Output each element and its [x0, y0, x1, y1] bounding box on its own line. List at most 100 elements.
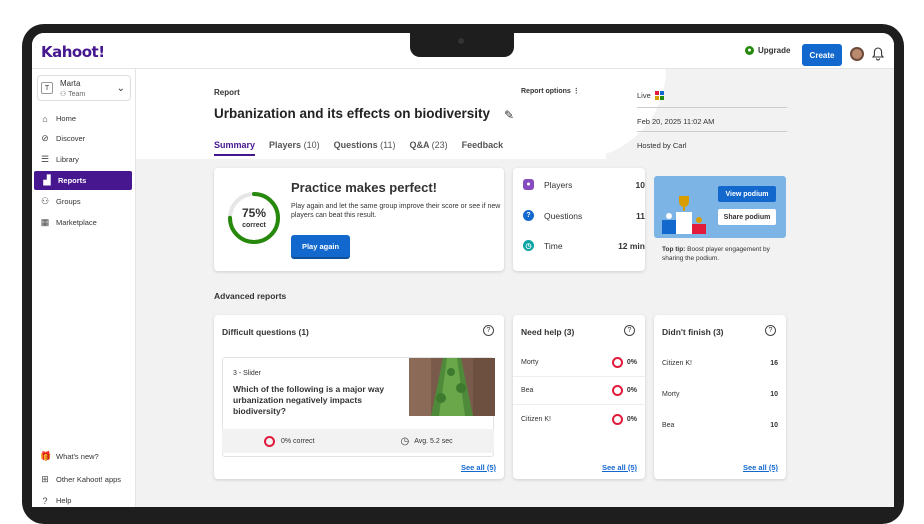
stat-players: ● Players 10: [523, 179, 645, 190]
player-name: Bea: [662, 421, 675, 429]
list-item[interactable]: Bea 0%: [513, 377, 645, 405]
stat-value: 11: [636, 210, 645, 221]
tab-count: (10): [303, 140, 320, 150]
correct-percent: 0% correct: [281, 437, 315, 445]
report-label: Report: [214, 88, 240, 97]
see-all-link[interactable]: See all (5): [743, 463, 778, 472]
need-help-card: Need help (3) ? Morty 0% Bea 0% Citizen K!…: [513, 315, 645, 479]
live-label: Live: [637, 91, 651, 100]
zero-ring-icon: [264, 435, 275, 447]
tab-questions[interactable]: Questions (11): [334, 140, 396, 156]
stat-value: 10: [635, 179, 645, 190]
share-podium-button[interactable]: Share podium: [718, 209, 776, 225]
summary-title: Practice makes perfect!: [291, 180, 437, 195]
gift-icon: 🎁: [40, 451, 52, 461]
tab-players[interactable]: Players (10): [269, 140, 320, 156]
tab-count: (23): [431, 140, 448, 150]
sidebar: T Marta ⚇ Team ⌄ ⌂ Home ⊘ Discover ☰ Librar…: [32, 69, 136, 507]
list-item[interactable]: Citizen K! 0%: [513, 405, 645, 433]
player-name: Citizen K!: [521, 415, 551, 423]
sidebar-item-library[interactable]: ☰ Library: [32, 150, 136, 169]
sidebar-item-label: Help: [56, 496, 72, 505]
user-initial: T: [41, 82, 53, 94]
user-switcher[interactable]: T Marta ⚇ Team ⌄: [37, 75, 131, 101]
live-status: Live: [637, 91, 664, 100]
list-item[interactable]: Bea 10: [654, 411, 786, 439]
podium-panel: View podium Share podium Top tip: Boost …: [654, 176, 794, 276]
help-icon[interactable]: ?: [765, 325, 776, 336]
help-icon[interactable]: ?: [624, 325, 635, 336]
view-podium-button[interactable]: View podium: [718, 186, 776, 202]
upgrade-icon: ●: [745, 46, 754, 55]
sidebar-item-label: Reports: [58, 176, 87, 185]
sidebar-item-label: Discover: [56, 134, 86, 143]
sidebar-item-help[interactable]: ? Help: [32, 491, 136, 507]
session-date: Feb 20, 2025 11:02 AM: [637, 117, 715, 126]
stat-label: Questions: [544, 210, 583, 221]
player-score: 0%: [626, 387, 637, 394]
bar-chart-icon: ▟: [43, 175, 51, 185]
tab-qa[interactable]: Q&A (23): [409, 140, 447, 156]
bell-icon[interactable]: [872, 47, 884, 61]
edit-pencil-icon[interactable]: ✎: [504, 108, 514, 122]
stat-questions: ? Questions 11: [523, 210, 645, 221]
tab-feedback[interactable]: Feedback: [462, 140, 504, 156]
tab-label: Summary: [214, 140, 256, 150]
see-all-link[interactable]: See all (5): [602, 463, 637, 472]
chevron-down-icon: ⌄: [116, 83, 125, 94]
home-icon: ⌂: [42, 113, 48, 124]
avatar[interactable]: [850, 47, 864, 61]
stats-card: ● Players 10 ? Questions 11 ◷ Time 12 min: [513, 168, 645, 271]
list-item[interactable]: Citizen K! 16: [654, 349, 786, 377]
player-count: 10: [770, 421, 778, 429]
summary-card: 75% correct Practice makes perfect! Play…: [214, 168, 504, 271]
sidebar-item-label: Groups: [56, 197, 81, 206]
sidebar-item-label: Library: [56, 155, 79, 164]
user-team-label: Team: [68, 91, 86, 98]
create-button[interactable]: Create: [802, 44, 842, 66]
sidebar-item-home[interactable]: ⌂ Home: [32, 109, 136, 128]
groups-icon: ⚇: [40, 196, 50, 206]
sidebar-item-marketplace[interactable]: ▦ Marketplace: [32, 213, 136, 232]
tab-label: Players: [269, 140, 302, 150]
avg-time: Avg. 5.2 sec: [414, 437, 453, 445]
didnt-finish-card: Didn't finish (3) ? Citizen K! 16 Morty 10…: [654, 315, 786, 479]
sidebar-item-other-apps[interactable]: ⊞ Other Kahoot! apps: [32, 470, 136, 489]
tab-summary[interactable]: Summary: [214, 140, 256, 156]
report-tabs: Summary Players (10) Questions (11) Q&A …: [214, 140, 503, 156]
play-again-button[interactable]: Play again: [291, 235, 350, 257]
list-item[interactable]: Morty 0%: [513, 349, 645, 377]
tab-count: (11): [380, 140, 396, 150]
sidebar-item-whats-new[interactable]: 🎁 What's new?: [32, 447, 136, 466]
zero-ring-icon: [611, 357, 623, 368]
player-count: 10: [770, 390, 778, 398]
compass-icon: ⊘: [41, 133, 49, 143]
tab-label: Feedback: [461, 140, 504, 150]
percent-value: 75%: [241, 206, 267, 220]
stat-label: Players: [544, 179, 573, 190]
tab-label: Questions: [333, 140, 378, 150]
player-icon: ●: [523, 179, 534, 190]
help-icon[interactable]: ?: [483, 325, 494, 336]
see-all-link[interactable]: See all (5): [461, 463, 496, 472]
list-item[interactable]: Morty 10: [654, 380, 786, 408]
stat-label: Time: [544, 240, 563, 251]
sidebar-item-discover[interactable]: ⊘ Discover: [32, 129, 136, 148]
upgrade-link[interactable]: ● Upgrade: [745, 46, 790, 55]
report-options-button[interactable]: Report options ⋮: [521, 87, 580, 95]
player-score: 0%: [626, 359, 637, 366]
user-name: Marta: [60, 79, 81, 88]
screen: Kahoot! ● Upgrade Create T Marta ⚇ Team …: [32, 33, 894, 507]
sidebar-item-reports[interactable]: ▟ Reports: [34, 171, 132, 190]
player-name: Bea: [521, 387, 534, 394]
session-host: Hosted by Carl: [637, 141, 687, 150]
sidebar-item-label: Other Kahoot! apps: [56, 475, 122, 484]
sidebar-item-groups[interactable]: ⚇ Groups: [32, 192, 136, 211]
store-icon: ▦: [40, 217, 50, 227]
difficult-questions-card: Difficult questions (1) ? 3 - Slider Whi…: [214, 315, 504, 479]
podium-banner: View podium Share podium: [654, 176, 786, 238]
player-name: Citizen K!: [662, 359, 692, 367]
report-options-label: Report options: [521, 88, 571, 95]
kahoot-logo[interactable]: Kahoot!: [41, 43, 105, 61]
zero-ring-icon: [611, 413, 623, 425]
